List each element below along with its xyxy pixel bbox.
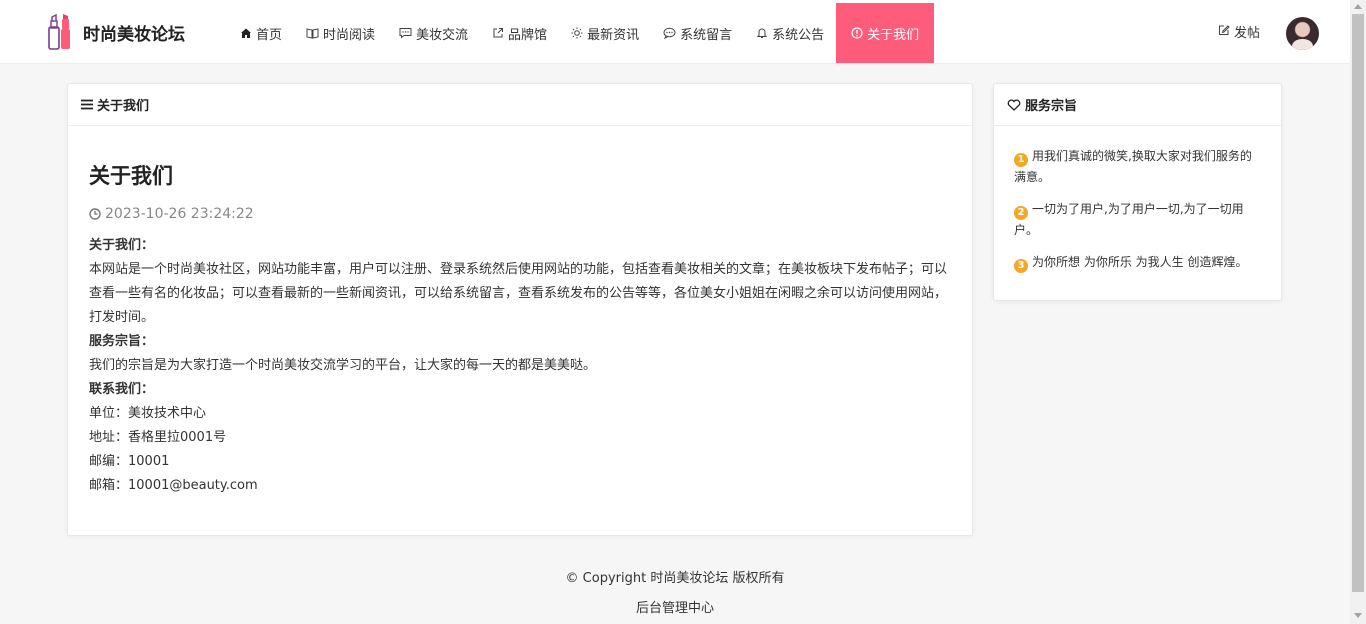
admin-center-link[interactable]: 后台管理中心 <box>0 597 1350 616</box>
section-heading: 服务宗旨： <box>89 334 155 349</box>
paragraph: 本网站是一个时尚美妆社区，网站功能丰富，用户可以注册、登录系统然后使用网站的功能… <box>89 262 948 325</box>
list-item-text: 为你所想 为你所乐 为我人生 创造辉煌。 <box>1032 255 1248 269</box>
list-item: 1 用我们真诚的微笑,换取大家对我们服务的满意。 <box>1014 146 1261 187</box>
service-purpose-card: 服务宗旨 1 用我们真诚的微笑,换取大家对我们服务的满意。 2 一切为了用户,为了用… <box>993 83 1282 301</box>
bell-icon <box>756 27 768 39</box>
contact-unit: 单位：美妆技术中心 <box>89 406 207 421</box>
scroll-up-arrow-icon[interactable] <box>1354 4 1362 9</box>
nav-system-notice[interactable]: 系统公告 <box>744 3 836 63</box>
edit-icon <box>1218 24 1230 39</box>
card-title: 服务宗旨 <box>1025 99 1078 114</box>
article-date: 2023-10-26 23:24:22 <box>89 206 951 222</box>
nav-about-us[interactable]: 关于我们 <box>836 3 935 63</box>
number-badge: 2 <box>1014 206 1028 220</box>
nav-label: 系统公告 <box>772 27 825 43</box>
nav-latest-news[interactable]: 最新资讯 <box>559 3 651 63</box>
nav-label: 关于我们 <box>867 27 920 43</box>
lipstick-icon <box>48 13 70 50</box>
comment-icon <box>663 27 676 39</box>
service-list: 1 用我们真诚的微笑,换取大家对我们服务的满意。 2 一切为了用户,为了用户一切,为… <box>994 126 1281 273</box>
nav-label: 时尚阅读 <box>323 27 376 43</box>
nav-label: 首页 <box>256 27 283 43</box>
nav-system-message[interactable]: 系统留言 <box>651 3 744 63</box>
home-icon <box>240 27 252 39</box>
nav-label: 系统留言 <box>680 27 733 43</box>
post-button[interactable]: 发帖 <box>1218 22 1260 41</box>
nav-brand-hall[interactable]: 品牌馆 <box>480 3 559 63</box>
number-badge: 1 <box>1014 153 1028 167</box>
vertical-scrollbar[interactable] <box>1350 0 1366 624</box>
nav-home[interactable]: 首页 <box>228 3 294 63</box>
book-icon <box>306 27 319 39</box>
section-heading: 关于我们： <box>89 238 155 253</box>
card-title: 关于我们 <box>97 99 150 114</box>
sun-icon <box>571 27 583 39</box>
about-card: 关于我们 关于我们 2023-10-26 23:24:22 关于我们： 本网站是… <box>67 83 973 536</box>
user-avatar[interactable] <box>1286 17 1319 50</box>
paragraph: 我们的宗旨是为大家打造一个时尚美妆交流学习的平台，让大家的每一天的都是美美哒。 <box>89 358 597 373</box>
top-header: 时尚美妆论坛 首页 时尚阅读 美妆交流 品牌馆 最新资讯 系统留言 系统公告 关… <box>0 0 1350 64</box>
scroll-down-arrow-icon[interactable] <box>1354 613 1362 618</box>
menu-icon <box>81 99 93 110</box>
article-title: 关于我们 <box>89 164 173 188</box>
about-card-header: 关于我们 <box>68 84 972 126</box>
nav-label: 品牌馆 <box>508 27 548 43</box>
contact-email: 邮箱：10001@beauty.com <box>89 478 258 493</box>
number-badge: 3 <box>1014 259 1028 273</box>
site-name: 时尚美妆论坛 <box>83 24 185 45</box>
external-link-icon <box>492 27 504 39</box>
heart-icon <box>1007 98 1021 111</box>
footer-copyright: © Copyright 时尚美妆论坛 版权所有 <box>565 571 785 586</box>
list-item-text: 一切为了用户,为了用户一切,为了一切用户。 <box>1014 202 1244 237</box>
contact-address: 地址：香格里拉0001号 <box>89 430 227 445</box>
info-icon <box>851 27 863 39</box>
scroll-thumb[interactable] <box>1352 14 1364 592</box>
article-body: 关于我们： 本网站是一个时尚美妆社区，网站功能丰富，用户可以注册、登录系统然后使… <box>89 234 951 498</box>
site-logo[interactable]: 时尚美妆论坛 <box>47 13 185 51</box>
article: 关于我们 2023-10-26 23:24:22 关于我们： 本网站是一个时尚美… <box>68 160 972 498</box>
side-card-header: 服务宗旨 <box>994 84 1281 126</box>
post-label: 发帖 <box>1234 26 1261 41</box>
nav-makeup-exchange[interactable]: 美妆交流 <box>387 3 480 63</box>
nav-label: 美妆交流 <box>416 27 469 43</box>
chat-icon <box>399 27 412 39</box>
main-nav: 首页 时尚阅读 美妆交流 品牌馆 最新资讯 系统留言 系统公告 关于我们 <box>228 3 935 63</box>
clock-icon <box>89 208 101 220</box>
section-heading: 联系我们： <box>89 382 155 397</box>
nav-label: 最新资讯 <box>587 27 640 43</box>
list-item: 3 为你所想 为你所乐 为我人生 创造辉煌。 <box>1014 252 1261 273</box>
list-item: 2 一切为了用户,为了用户一切,为了一切用户。 <box>1014 199 1261 240</box>
contact-postcode: 邮编：10001 <box>89 454 170 469</box>
list-item-text: 用我们真诚的微笑,换取大家对我们服务的满意。 <box>1014 149 1252 184</box>
nav-fashion-reading[interactable]: 时尚阅读 <box>294 3 387 63</box>
date-text: 2023-10-26 23:24:22 <box>105 206 254 222</box>
